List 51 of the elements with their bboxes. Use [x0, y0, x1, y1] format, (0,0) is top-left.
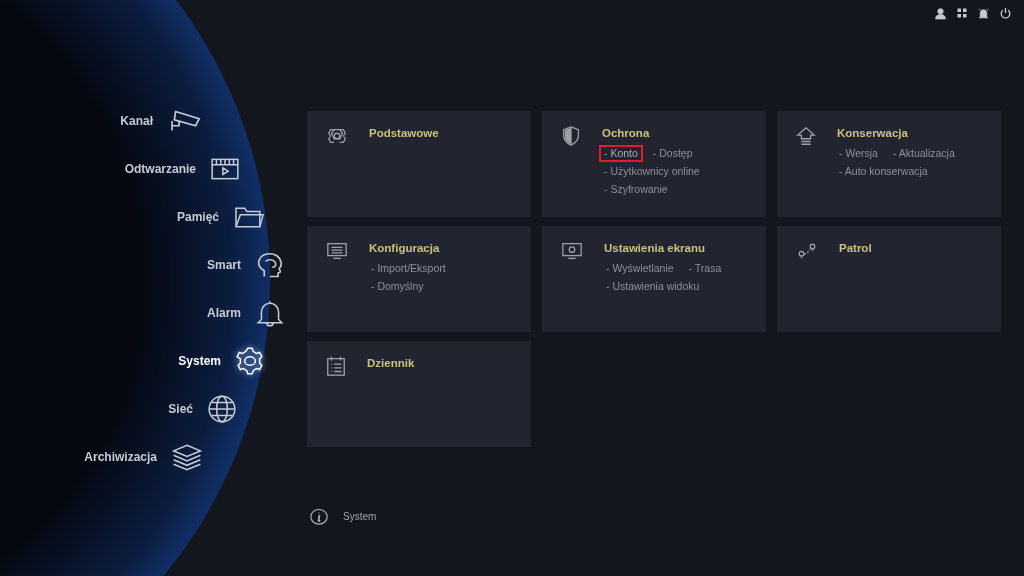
submenu-link[interactable]: - Konto: [599, 145, 643, 162]
globe-icon: [207, 394, 237, 424]
card-title: Ochrona: [602, 127, 651, 139]
card-title: Konserwacja: [837, 127, 909, 139]
settings-card[interactable]: Konfiguracja - Import/Eksport - Domyślny: [307, 226, 531, 332]
submenu-link[interactable]: - Dostęp: [647, 145, 698, 162]
submenu-link[interactable]: - Auto konserwacja: [834, 163, 933, 180]
monitor-icon: [560, 240, 584, 262]
card-title: Ustawienia ekranu: [604, 242, 706, 254]
nav-item[interactable]: Alarm: [0, 289, 285, 337]
grid-icon: [956, 7, 968, 19]
info-text: System: [343, 510, 377, 522]
settings-card[interactable]: Podstawowe: [307, 111, 531, 217]
nav-item[interactable]: System: [0, 337, 265, 385]
submenu-link[interactable]: - Aktualizacja: [887, 145, 960, 162]
card-title: Podstawowe: [369, 127, 439, 139]
card-title: Dziennik: [367, 357, 415, 369]
info-icon: [309, 507, 329, 525]
submenu-link[interactable]: - Wersja: [834, 145, 883, 162]
list-icon: [325, 355, 347, 377]
settings-card[interactable]: Ustawienia ekranu - Wyświetlanie - Trasa - Ustawienia widoku: [542, 226, 766, 332]
monitor-icon: [325, 240, 349, 262]
card-title: Patrol: [839, 242, 872, 254]
nav-item[interactable]: Odtwarzanie: [0, 145, 240, 193]
nav-item[interactable]: Kanał: [0, 97, 203, 145]
submenu-link[interactable]: - Szyfrowanie: [599, 181, 673, 198]
gear-icon: [235, 346, 265, 376]
power-icon: [999, 6, 1012, 20]
alarm-bell-icon: [977, 6, 990, 20]
nav-item[interactable]: Smart: [0, 241, 285, 289]
submenu-link[interactable]: - Import/Eksport: [366, 260, 451, 277]
nav-item[interactable]: Pamięć: [0, 193, 265, 241]
card-title: Konfiguracja: [369, 242, 441, 254]
bell-icon: [255, 299, 285, 327]
nav-item[interactable]: Sieć: [0, 385, 237, 433]
submenu-link[interactable]: - Trasa: [683, 260, 727, 277]
settings-card[interactable]: Konserwacja - Wersja - Aktualizacja - Auto konserwacja: [777, 111, 1001, 217]
settings-card[interactable]: Dziennik: [307, 341, 531, 447]
house-arrow-icon: [795, 125, 817, 147]
user-icon: [934, 6, 947, 20]
settings-card[interactable]: Patrol: [777, 226, 1001, 332]
shield-icon: [560, 125, 582, 147]
head-icon: [255, 251, 285, 279]
submenu-link[interactable]: - Ustawienia widoku: [601, 278, 705, 295]
submenu-link[interactable]: - Wyświetlanie: [601, 260, 679, 277]
submenu-link[interactable]: - Domyślny: [366, 278, 429, 295]
settings-card[interactable]: Ochrona - Konto - Dostęp - Użytkownicy online - Szyfrowanie: [542, 111, 766, 217]
nav-item[interactable]: Archiwizacja: [0, 433, 203, 481]
film-clip-icon: [210, 156, 240, 182]
layers-icon: [171, 442, 203, 472]
submenu-link[interactable]: - Użytkownicy online: [599, 163, 705, 180]
